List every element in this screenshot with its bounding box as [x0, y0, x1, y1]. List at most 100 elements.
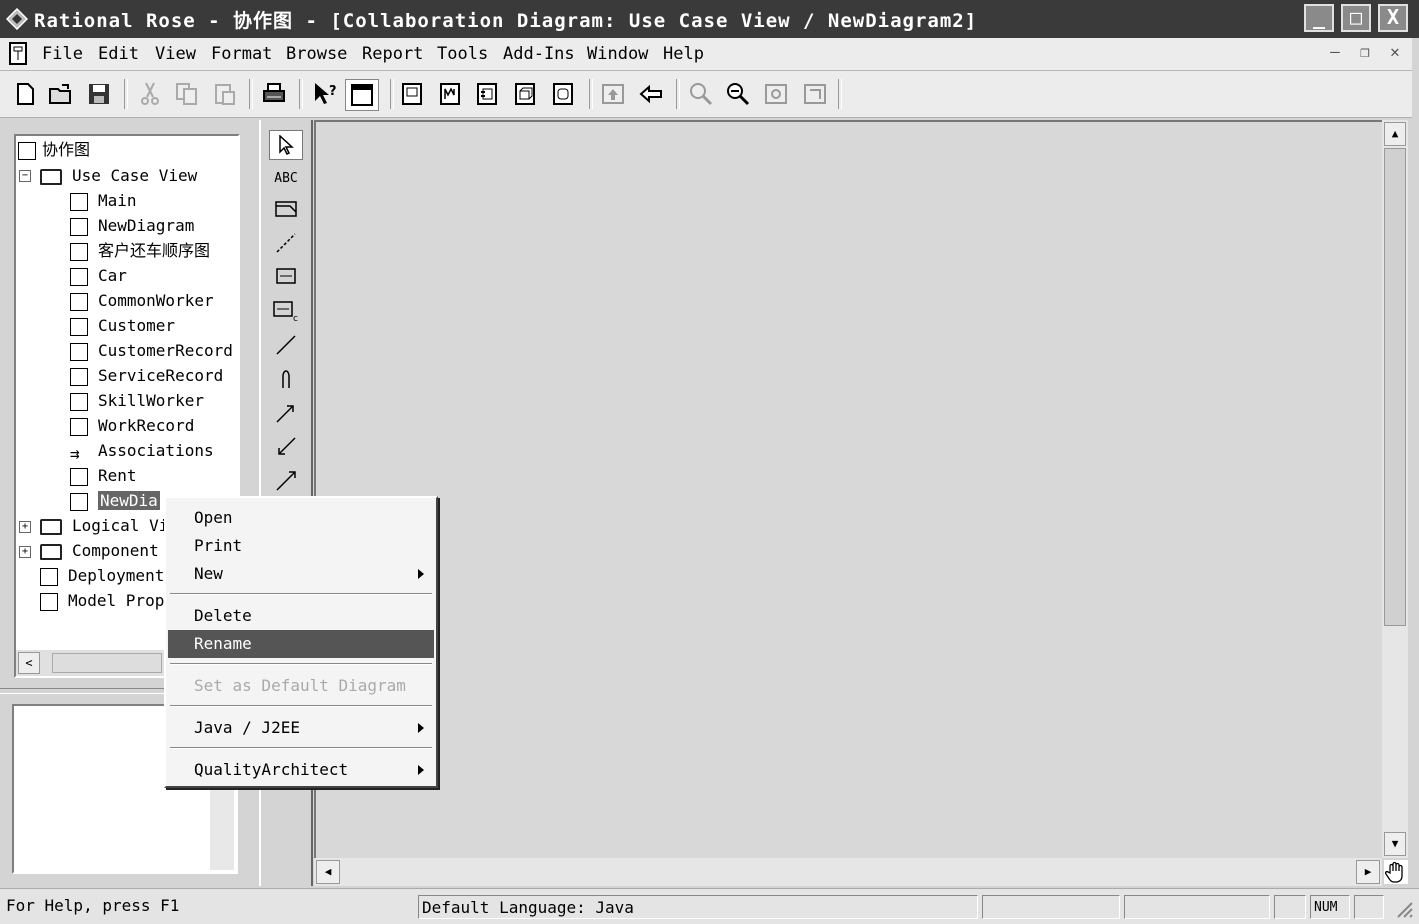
fit-window-icon[interactable] [763, 81, 789, 107]
tree-node-newdiagram[interactable]: NewDiagram [70, 215, 194, 237]
mdi-minimize-button[interactable]: – [1324, 42, 1346, 64]
reverse-link-message-icon [278, 437, 296, 455]
pan-hand-icon[interactable] [1384, 860, 1408, 884]
class-icon [70, 267, 88, 286]
menu-add-ins[interactable]: Add-Ins [503, 44, 575, 64]
menu-browse[interactable]: Browse [286, 44, 347, 64]
toolbar-separator [249, 79, 253, 109]
open-icon[interactable] [48, 81, 74, 107]
menu-file[interactable]: File [42, 44, 83, 64]
status-pane [1124, 895, 1270, 919]
mdi-close-button[interactable]: ✕ [1384, 42, 1406, 64]
menu-item-new[interactable]: New [168, 560, 434, 588]
tree-node-customerrecord[interactable]: CustomerRecord [70, 340, 233, 362]
menu-item-qualityarchitect[interactable]: QualityArchitect [168, 756, 434, 784]
new-icon[interactable] [12, 81, 38, 107]
tree-node-sequence-diagram[interactable]: 客户还车顺序图 [70, 240, 210, 262]
menu-edit[interactable]: Edit [98, 44, 139, 64]
tree-node-associations[interactable]: ⇉ Associations [70, 440, 214, 463]
cut-icon[interactable] [137, 81, 163, 107]
expand-toggle[interactable]: + [19, 521, 31, 533]
folder-icon [40, 543, 62, 560]
diagram-canvas[interactable] [314, 120, 1382, 860]
mdi-restore-button[interactable]: ❐ [1354, 42, 1376, 64]
browse-parent-icon[interactable] [600, 81, 626, 107]
paste-icon[interactable] [212, 81, 238, 107]
object-tool[interactable] [269, 266, 303, 296]
text-tool[interactable]: ABC [269, 164, 303, 194]
scroll-down-arrow-icon[interactable]: ▼ [1384, 832, 1406, 856]
minimize-button[interactable]: _ [1304, 4, 1334, 32]
browse-class-icon[interactable] [399, 81, 425, 107]
document-icon[interactable] [8, 42, 30, 66]
canvas-scroll-thumb[interactable] [1384, 148, 1406, 626]
scroll-left-arrow-icon[interactable]: < [18, 652, 40, 674]
note-tool[interactable] [269, 198, 303, 228]
tree-node-newdiagram2[interactable]: NewDia [70, 490, 160, 512]
collapse-toggle[interactable]: − [19, 170, 31, 182]
menu-item-set-default-diagram[interactable]: Set as Default Diagram [168, 672, 434, 700]
selection-tool[interactable] [269, 130, 303, 160]
menu-separator [170, 593, 432, 595]
maximize-button[interactable]: □ [1341, 4, 1371, 32]
browse-component-icon[interactable] [474, 81, 500, 107]
zoom-in-icon[interactable] [688, 81, 714, 107]
scroll-right-arrow-icon[interactable]: ▶ [1356, 860, 1380, 884]
menu-tools[interactable]: Tools [437, 44, 488, 64]
scroll-up-arrow-icon[interactable]: ▲ [1384, 122, 1406, 146]
status-help-text: For Help, press F1 [6, 896, 180, 915]
pointer-icon [279, 134, 294, 156]
print-icon[interactable] [261, 81, 287, 107]
reverse-link-message-tool[interactable] [269, 436, 303, 466]
scroll-thumb[interactable] [52, 653, 162, 673]
class-instance-tool[interactable]: c [269, 300, 303, 330]
tree-node-main[interactable]: Main [70, 190, 137, 212]
menu-window[interactable]: Window [587, 44, 648, 64]
browse-deployment-icon[interactable] [512, 81, 538, 107]
object-link-tool[interactable] [269, 334, 303, 364]
submenu-arrow-icon [418, 723, 424, 733]
view-doc-button[interactable] [345, 79, 379, 111]
menu-item-rename[interactable]: Rename [168, 630, 434, 658]
menu-item-label: Open [194, 508, 233, 527]
anchor-note-tool[interactable] [269, 232, 303, 262]
title-bar: Rational Rose - 协作图 - [Collaboration Dia… [0, 0, 1419, 38]
context-help-icon[interactable]: ? [312, 81, 338, 107]
tree-node-commonworker[interactable]: CommonWorker [70, 290, 214, 312]
menu-format[interactable]: Format [211, 44, 272, 64]
tree-node-workrecord[interactable]: WorkRecord [70, 415, 194, 437]
menu-item-label: New [194, 564, 223, 583]
tree-node-use-case-view[interactable]: Use Case View [40, 165, 197, 187]
menu-item-print[interactable]: Print [168, 532, 434, 560]
menu-report[interactable]: Report [362, 44, 423, 64]
menu-view[interactable]: View [155, 44, 196, 64]
copy-icon[interactable] [174, 81, 200, 107]
tree-node-customer[interactable]: Customer [70, 315, 175, 337]
rational-rose-icon [6, 8, 28, 30]
expand-toggle[interactable]: + [19, 546, 31, 558]
menu-item-open[interactable]: Open [168, 504, 434, 532]
close-button[interactable]: X [1378, 4, 1408, 32]
tree-node-car[interactable]: Car [70, 265, 127, 287]
self-link-icon [282, 370, 290, 388]
tree-node-skillworker[interactable]: SkillWorker [70, 390, 204, 412]
undo-fit-icon[interactable] [802, 81, 828, 107]
model-icon [18, 141, 36, 160]
tree-node-rent[interactable]: Rent [70, 465, 137, 487]
browse-interaction-icon[interactable] [437, 81, 463, 107]
canvas-horizontal-scrollbar[interactable]: ◀ ▶ [314, 858, 1382, 886]
browse-state-icon[interactable] [550, 81, 576, 107]
tree-root[interactable]: 协作图 [18, 139, 90, 161]
link-to-self-tool[interactable] [269, 368, 303, 398]
menu-item-delete[interactable]: Delete [168, 602, 434, 630]
menu-item-java-j2ee[interactable]: Java / J2EE [168, 714, 434, 742]
browse-previous-icon[interactable] [638, 81, 664, 107]
scroll-left-arrow-icon[interactable]: ◀ [316, 860, 340, 884]
save-icon[interactable] [86, 81, 112, 107]
link-message-tool[interactable] [269, 402, 303, 432]
tree-node-servicerecord[interactable]: ServiceRecord [70, 365, 223, 387]
toolbar: ? [0, 71, 1412, 118]
menu-help[interactable]: Help [663, 44, 704, 64]
zoom-out-icon[interactable] [725, 81, 751, 107]
resize-grip-icon[interactable] [1392, 897, 1414, 919]
